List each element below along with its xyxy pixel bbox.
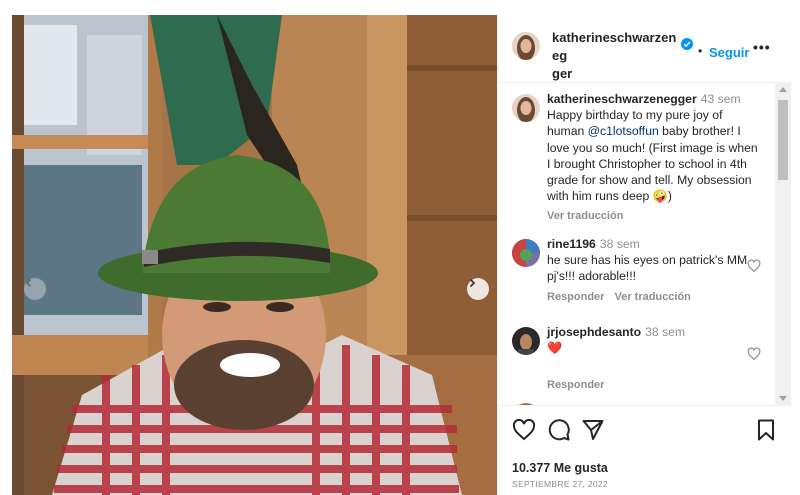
comment-username[interactable]: katherineschwarzenegger xyxy=(547,92,697,106)
photo-illustration xyxy=(12,15,497,495)
author-username[interactable]: katherineschwarzeneg ger xyxy=(552,29,678,83)
comment-meta: Responder xyxy=(547,379,614,391)
author-avatar[interactable] xyxy=(512,94,540,122)
like-comment-heart-icon[interactable] xyxy=(747,259,761,273)
separator-dot: • xyxy=(698,44,703,58)
commenter-avatar[interactable] xyxy=(512,239,540,267)
comment-time[interactable]: 38 sem xyxy=(600,237,640,251)
reply-link[interactable]: Responder xyxy=(547,379,604,391)
next-photo-button[interactable] xyxy=(467,278,489,300)
mention-link[interactable]: @c1lotsoffun xyxy=(588,124,659,138)
verified-badge-icon xyxy=(681,38,693,50)
scroll-up-arrow-icon[interactable] xyxy=(779,87,787,92)
see-translation-link[interactable]: Ver traducción xyxy=(614,291,690,303)
likes-count[interactable]: 10.377 Me gusta xyxy=(512,461,608,475)
see-translation-link[interactable]: Ver traducción xyxy=(547,210,623,222)
post-header: katherineschwarzeneg ger • Seguir ••• xyxy=(498,15,792,83)
follow-button[interactable]: Seguir xyxy=(709,45,749,60)
scroll-down-arrow-icon[interactable] xyxy=(779,396,787,401)
chevron-left-icon xyxy=(25,278,32,288)
previous-photo-button[interactable] xyxy=(24,278,46,300)
comment-text: rine1196 38 sem he sure has his eyes on p… xyxy=(547,236,759,285)
bookmark-icon[interactable] xyxy=(754,418,778,442)
comment-time[interactable]: 43 sem xyxy=(701,92,741,106)
chevron-right-icon xyxy=(469,278,476,288)
comment-meta: Ver traducción xyxy=(547,210,633,222)
post-actions: 10.377 Me gusta SEPTIEMBRE 27, 2022 xyxy=(498,405,792,495)
like-comment-heart-icon[interactable] xyxy=(747,347,761,361)
heart-icon[interactable] xyxy=(512,418,536,442)
paper-plane-icon[interactable] xyxy=(581,418,605,442)
comment-icon[interactable] xyxy=(547,418,571,442)
comment-text: jrjosephdesanto 38 sem ❤️ xyxy=(547,324,759,356)
reply-link[interactable]: Responder xyxy=(547,291,604,303)
comment-content: he sure has his eyes on patrick's MM pj'… xyxy=(547,253,748,284)
scroll-thumb[interactable] xyxy=(778,100,788,180)
comment-username[interactable]: rine1196 xyxy=(547,237,596,251)
post-photo xyxy=(12,15,497,495)
comments-scrollbar[interactable] xyxy=(775,83,791,405)
comment-meta: Responder Ver traducción xyxy=(547,291,701,303)
comment-content: ❤️ xyxy=(547,341,563,356)
comments-list: katherineschwarzenegger 43 sem Happy birt… xyxy=(498,83,792,405)
more-options-icon[interactable]: ••• xyxy=(753,39,771,55)
post-date[interactable]: SEPTIEMBRE 27, 2022 xyxy=(512,479,608,489)
author-avatar[interactable] xyxy=(512,32,540,60)
comment-text: katherineschwarzenegger 43 sem Happy birt… xyxy=(547,91,759,204)
commenter-avatar[interactable] xyxy=(512,327,540,355)
comment-time[interactable]: 38 sem xyxy=(645,325,685,339)
post-side-panel: katherineschwarzeneg ger • Seguir ••• ka… xyxy=(497,15,792,495)
comment-username[interactable]: jrjosephdesanto xyxy=(547,325,641,339)
